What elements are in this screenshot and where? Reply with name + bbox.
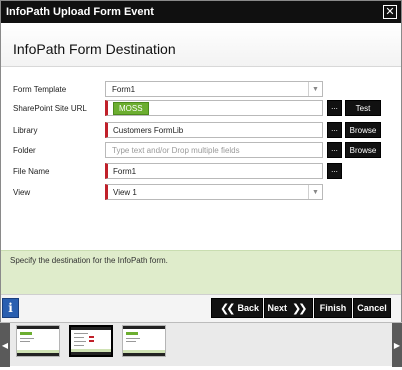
- info-message: Specify the destination for the InfoPath…: [10, 256, 168, 265]
- next-label: Next: [267, 303, 288, 313]
- form-template-dropdown[interactable]: Form1 ▼: [105, 81, 323, 97]
- view-value: View 1: [113, 187, 137, 197]
- back-chevron-icon: ❮❮: [220, 302, 236, 315]
- folder-placeholder: Type text and/or Drop multiple fields: [112, 145, 240, 155]
- library-ellipsis-button[interactable]: ...: [327, 122, 342, 138]
- close-icon[interactable]: ✕: [383, 5, 397, 19]
- form-template-label: Form Template: [13, 85, 67, 94]
- header-area: InfoPath Form Destination: [1, 23, 401, 67]
- test-button[interactable]: Test: [345, 100, 381, 116]
- next-button[interactable]: Next ❯❯: [264, 298, 313, 318]
- thumbnail-strip: ◀ ▶: [0, 322, 402, 367]
- library-value: Customers FormLib: [113, 125, 184, 135]
- file-name-field[interactable]: Form1: [105, 163, 323, 179]
- window-title: InfoPath Upload Form Event: [6, 6, 154, 18]
- page-title: InfoPath Form Destination: [13, 41, 176, 57]
- dropdown-arrow-icon[interactable]: ▼: [308, 185, 322, 199]
- footer-bar: i ❮❮ Back Next ❯❯ Finish Cancel: [1, 294, 401, 322]
- file-name-value: Form1: [113, 166, 137, 176]
- file-name-ellipsis-button[interactable]: ...: [327, 163, 342, 179]
- thumbnail-item-active[interactable]: [69, 325, 113, 357]
- file-name-label: File Name: [13, 167, 50, 176]
- info-band: Specify the destination for the InfoPath…: [1, 250, 401, 294]
- view-dropdown[interactable]: View 1 ▼: [105, 184, 323, 200]
- library-browse-button[interactable]: Browse: [345, 122, 381, 138]
- cancel-button[interactable]: Cancel: [353, 298, 391, 318]
- scroll-left-icon[interactable]: ◀: [0, 323, 10, 367]
- sharepoint-site-url-field[interactable]: MOSS: [105, 100, 323, 116]
- sharepoint-url-ellipsis-button[interactable]: ...: [327, 100, 342, 116]
- library-field[interactable]: Customers FormLib: [105, 122, 323, 138]
- finish-button[interactable]: Finish: [314, 298, 352, 318]
- folder-field[interactable]: Type text and/or Drop multiple fields: [105, 142, 323, 158]
- folder-browse-button[interactable]: Browse: [345, 142, 381, 158]
- thumbnail-item[interactable]: [122, 325, 166, 357]
- back-label: Back: [237, 303, 259, 313]
- library-label: Library: [13, 126, 38, 135]
- info-icon[interactable]: i: [2, 298, 19, 318]
- form-template-value: Form1: [112, 84, 136, 94]
- folder-ellipsis-button[interactable]: ...: [327, 142, 342, 158]
- upload-form-dialog: InfoPath Upload Form Event ✕ InfoPath Fo…: [0, 0, 402, 322]
- scroll-right-icon[interactable]: ▶: [392, 323, 402, 367]
- back-button[interactable]: ❮❮ Back: [211, 298, 263, 318]
- view-label: View: [13, 188, 31, 197]
- moss-token[interactable]: MOSS: [113, 101, 149, 115]
- sharepoint-site-url-label: SharePoint Site URL: [13, 104, 87, 113]
- next-chevron-icon: ❯❯: [292, 302, 308, 315]
- dropdown-arrow-icon[interactable]: ▼: [308, 82, 322, 96]
- thumbnail-item[interactable]: [16, 325, 60, 357]
- title-bar: InfoPath Upload Form Event ✕: [1, 1, 401, 23]
- folder-label: Folder: [13, 146, 36, 155]
